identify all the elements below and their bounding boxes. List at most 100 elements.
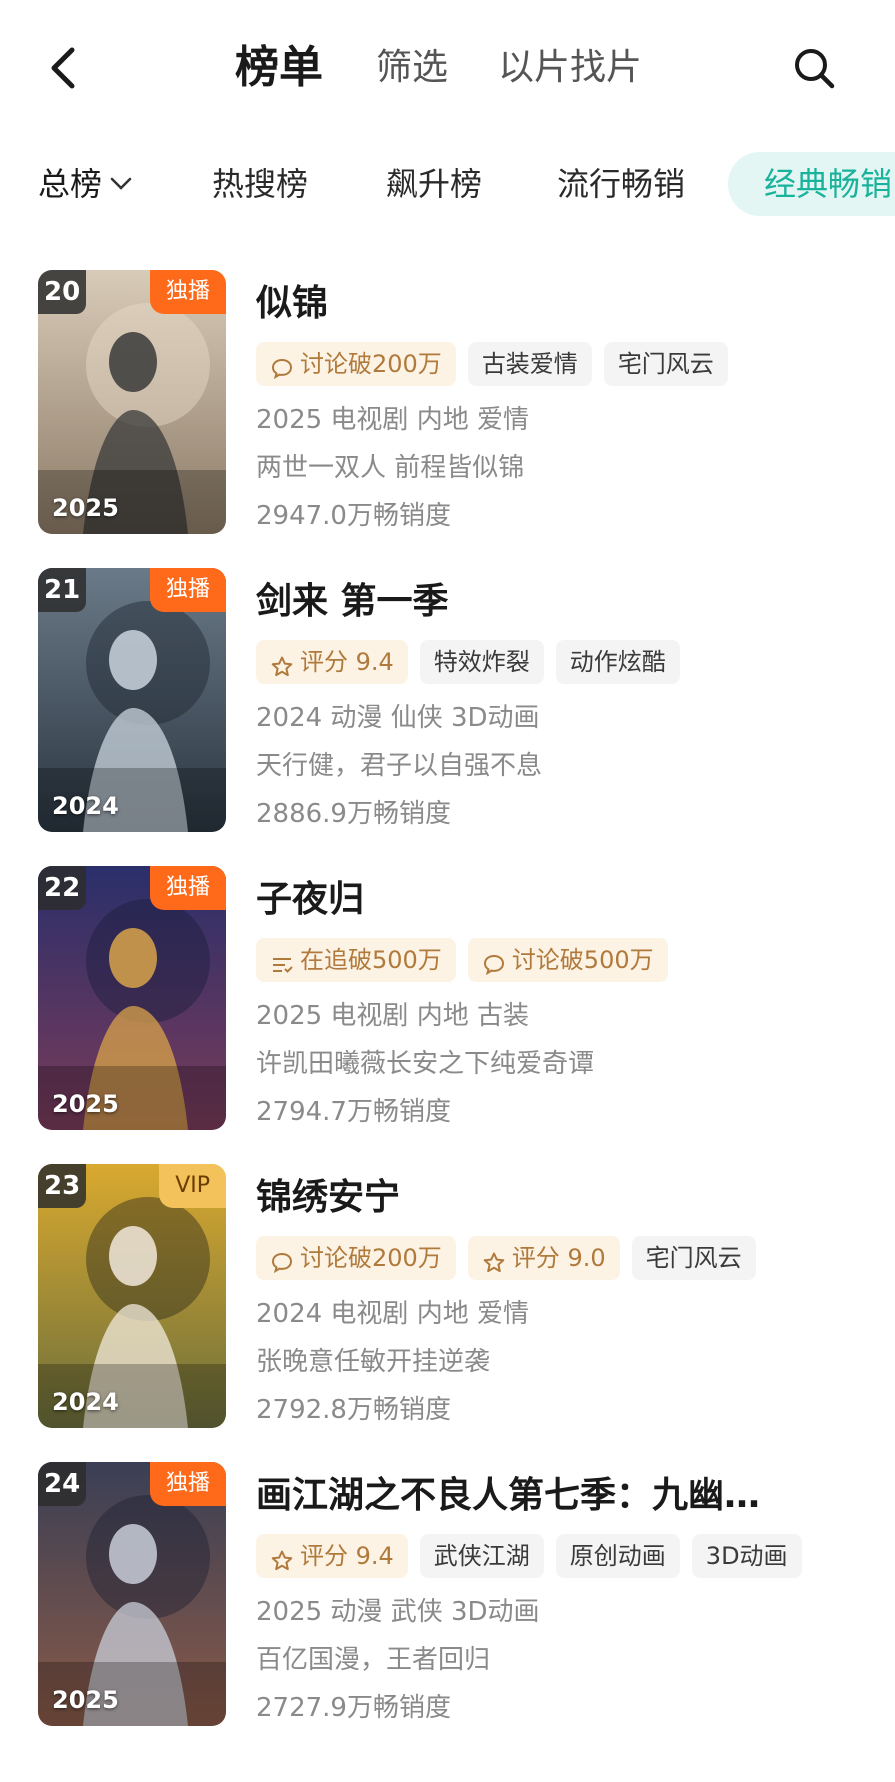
item-slogan: 百亿国漫，王者回归 [256, 1645, 491, 1675]
tag-label: 在追破500万 [300, 946, 442, 974]
tag-chip[interactable]: 评分 9.4 [256, 640, 408, 684]
tag-chip[interactable]: 在追破500万 [256, 938, 456, 982]
rank-badge: 20 [38, 270, 87, 314]
category-hot-search[interactable]: 热搜榜 [212, 162, 308, 206]
item-title[interactable]: 子夜归 [256, 876, 364, 924]
tag-chip[interactable]: 宅门风云 [631, 1236, 756, 1280]
rank-badge: 22 [38, 866, 87, 910]
vip-badge: VIP [159, 1164, 226, 1208]
tag-chip[interactable]: 讨论破500万 [467, 938, 668, 982]
list-item[interactable]: 20 独播 2025 似锦 讨论破200万 古装爱情 宅门风云 2025 电视剧 内… [0, 270, 895, 550]
tag-row: 在追破500万 讨论破500万 [256, 938, 668, 982]
tag-row: 讨论破200万 评分 9.0 宅门风云 [256, 1236, 756, 1280]
exclusive-badge: 独播 [149, 568, 226, 612]
tag-label: 宅门风云 [617, 350, 714, 378]
chat-bubble-icon [482, 947, 508, 976]
poster-image[interactable]: 23 VIP 2024 [38, 1164, 226, 1428]
category-dropdown-label: 总榜 [38, 165, 103, 203]
tag-label: 讨论破500万 [511, 946, 654, 974]
tag-label: 古装爱情 [481, 350, 578, 378]
chevron-down-icon [110, 177, 132, 190]
poster-image[interactable]: 21 独播 2024 [38, 568, 226, 832]
poster-image[interactable]: 24 独播 2025 [38, 1462, 226, 1726]
poster-year: 2025 [52, 494, 119, 522]
back-button[interactable] [40, 40, 84, 96]
search-icon [795, 49, 835, 89]
tag-chip[interactable]: 动作炫酷 [555, 640, 680, 684]
category-popular-sales[interactable]: 流行畅销 [557, 162, 685, 206]
item-sales: 2792.8万畅销度 [256, 1395, 451, 1425]
tag-chip[interactable]: 评分 9.4 [256, 1534, 408, 1578]
rank-badge: 23 [38, 1164, 87, 1208]
item-meta: 2024 电视剧 内地 爱情 [256, 1299, 529, 1329]
tag-label: 原创动画 [569, 1542, 666, 1570]
item-meta: 2025 电视剧 内地 古装 [256, 1001, 529, 1031]
tag-chip[interactable]: 宅门风云 [603, 342, 728, 386]
tag-label: 动作炫酷 [569, 648, 666, 676]
tag-label: 宅门风云 [645, 1244, 742, 1272]
tag-label: 讨论破200万 [300, 1244, 442, 1272]
poster-year: 2024 [52, 1388, 119, 1416]
tag-chip[interactable]: 古装爱情 [467, 342, 592, 386]
item-title[interactable]: 似锦 [256, 280, 328, 328]
category-bar: 总榜 热搜榜 飙升榜 流行畅销 经典畅销 [0, 140, 895, 230]
search-button[interactable] [786, 40, 842, 96]
category-classic-sales[interactable]: 经典畅销 [728, 152, 895, 216]
list-item[interactable]: 23 VIP 2024 锦绣安宁 讨论破200万 评分 9.0 宅门风云 2024 … [0, 1164, 895, 1444]
item-title[interactable]: 画江湖之不良人第七季：九幽… [256, 1472, 760, 1520]
chevron-left-icon [51, 47, 75, 89]
exclusive-badge: 独播 [149, 270, 226, 314]
tag-row: 讨论破200万 古装爱情 宅门风云 [256, 342, 728, 386]
item-meta: 2025 电视剧 内地 爱情 [256, 405, 529, 435]
item-sales: 2727.9万畅销度 [256, 1693, 451, 1723]
star-icon [270, 1543, 296, 1571]
tag-chip[interactable]: 原创动画 [555, 1534, 680, 1578]
item-meta: 2025 动漫 武侠 3D动画 [256, 1597, 540, 1627]
item-title[interactable]: 锦绣安宁 [256, 1174, 400, 1222]
tag-row: 评分 9.4 特效炸裂 动作炫酷 [256, 640, 680, 684]
item-sales: 2947.0万畅销度 [256, 501, 451, 531]
exclusive-badge: 独播 [149, 866, 226, 910]
exclusive-badge: 独播 [149, 1462, 226, 1506]
tab-filter[interactable]: 筛选 [376, 38, 448, 98]
poster-year: 2025 [52, 1090, 119, 1118]
star-icon [482, 1245, 508, 1273]
item-sales: 2794.7万畅销度 [256, 1097, 451, 1127]
poster-image[interactable]: 20 独播 2025 [38, 270, 226, 534]
tag-chip[interactable]: 讨论破200万 [256, 1236, 456, 1280]
item-title[interactable]: 剑来 第一季 [256, 578, 449, 626]
poster-image[interactable]: 22 独播 2025 [38, 866, 226, 1130]
item-slogan: 许凯田曦薇长安之下纯爱奇谭 [256, 1049, 595, 1079]
tag-label: 武侠江湖 [433, 1542, 530, 1570]
tag-label: 讨论破200万 [300, 350, 442, 378]
list-item[interactable]: 24 独播 2025 画江湖之不良人第七季：九幽… 评分 9.4 武侠江湖 原创动画… [0, 1462, 895, 1742]
category-dropdown[interactable]: 总榜 [38, 162, 132, 206]
item-slogan: 天行健，君子以自强不息 [256, 751, 543, 781]
tag-chip[interactable]: 特效炸裂 [419, 640, 544, 684]
list-item[interactable]: 22 独播 2025 子夜归 在追破500万 讨论破500万 2025 电视剧 内… [0, 866, 895, 1146]
item-slogan: 两世一双人 前程皆似锦 [256, 453, 525, 483]
tag-row: 评分 9.4 武侠江湖 原创动画 3D动画 [256, 1534, 802, 1578]
chat-bubble-icon [270, 351, 296, 380]
tag-chip[interactable]: 讨论破200万 [256, 342, 456, 386]
rank-badge: 21 [38, 568, 87, 612]
tag-label: 3D动画 [705, 1542, 788, 1570]
item-meta: 2024 动漫 仙侠 3D动画 [256, 703, 540, 733]
rank-badge: 24 [38, 1462, 87, 1506]
tag-label: 评分 9.0 [511, 1244, 606, 1272]
tag-label: 评分 9.4 [300, 1542, 394, 1570]
top-bar: 榜单 筛选 以片找片 [0, 0, 895, 135]
tag-chip[interactable]: 评分 9.0 [467, 1236, 620, 1280]
poster-year: 2025 [52, 1686, 119, 1714]
tab-ranking[interactable]: 榜单 [235, 38, 323, 98]
tab-find-by-clip[interactable]: 以片找片 [498, 38, 642, 98]
tag-label: 特效炸裂 [433, 648, 530, 676]
tag-chip[interactable]: 武侠江湖 [419, 1534, 544, 1578]
tag-chip[interactable]: 3D动画 [691, 1534, 802, 1578]
list-icon [270, 947, 296, 973]
category-rising[interactable]: 飙升榜 [386, 162, 482, 206]
poster-year: 2024 [52, 792, 119, 820]
item-slogan: 张晚意任敏开挂逆袭 [256, 1347, 491, 1377]
list-item[interactable]: 21 独播 2024 剑来 第一季 评分 9.4 特效炸裂 动作炫酷 2024 动漫… [0, 568, 895, 848]
tag-label: 评分 9.4 [300, 648, 394, 676]
